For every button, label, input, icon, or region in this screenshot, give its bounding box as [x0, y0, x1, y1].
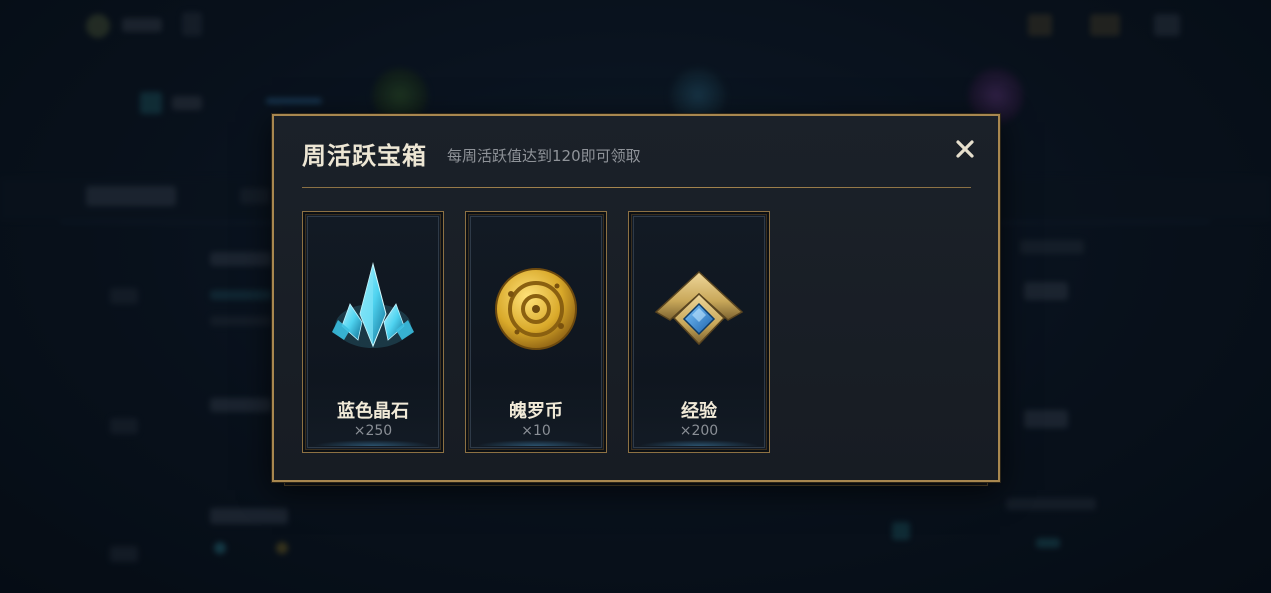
reward-card-poro-coin[interactable]: 魄罗币 ×10 — [465, 211, 607, 453]
reward-name: 经验 — [681, 401, 717, 422]
close-button[interactable] — [952, 136, 978, 162]
reward-name: 蓝色晶石 — [337, 401, 409, 422]
reward-name: 魄罗币 — [509, 401, 563, 422]
reward-card-experience[interactable]: 经验 ×200 — [628, 211, 770, 453]
card-bottom-glow — [639, 440, 759, 446]
card-bottom-glow — [313, 440, 433, 446]
close-icon — [956, 140, 974, 158]
blue-crystal-icon — [332, 262, 414, 348]
dialog-title: 周活跃宝箱 — [302, 142, 427, 170]
weekly-activity-chest-dialog: 周活跃宝箱 每周活跃值达到120即可领取 蓝色晶石 ×250 魄罗币 ×10 经… — [272, 114, 1000, 482]
poro-coin-icon — [495, 268, 577, 350]
title-divider — [302, 187, 971, 188]
experience-chevron-icon — [654, 270, 744, 346]
card-bottom-glow — [476, 440, 596, 446]
reward-card-blue-essence[interactable]: 蓝色晶石 ×250 — [302, 211, 444, 453]
dialog-subtitle: 每周活跃值达到120即可领取 — [447, 147, 641, 165]
reward-quantity: ×250 — [353, 423, 393, 439]
reward-quantity: ×200 — [679, 423, 719, 439]
reward-quantity: ×10 — [521, 423, 551, 439]
